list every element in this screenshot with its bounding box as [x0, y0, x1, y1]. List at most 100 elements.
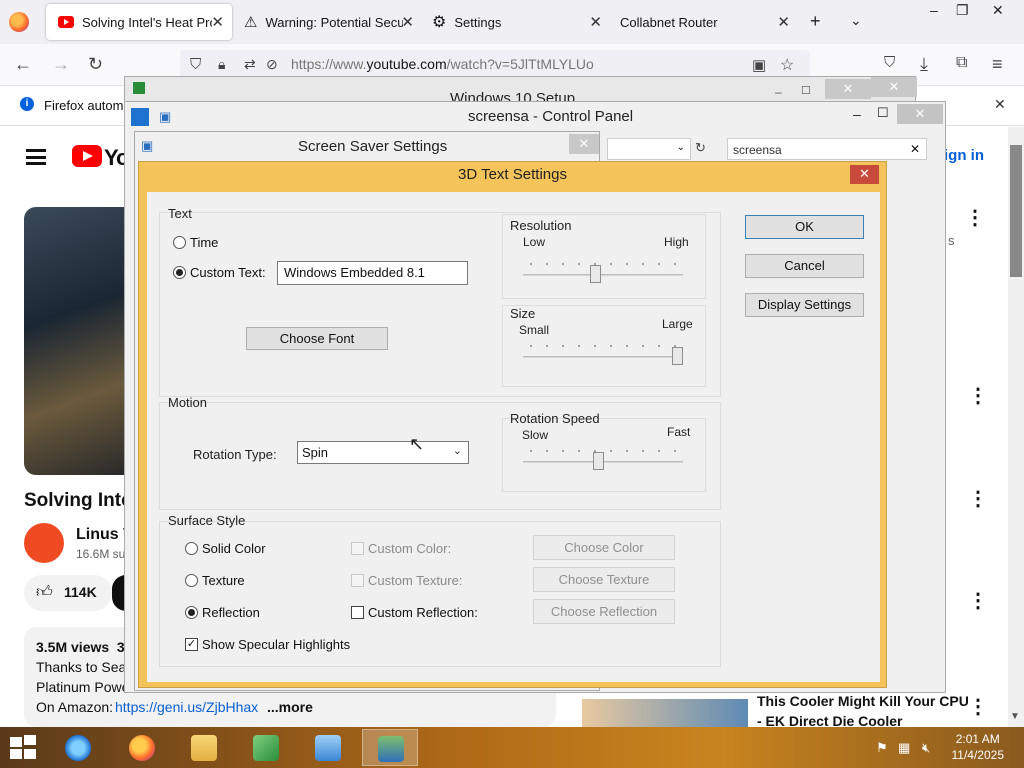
time-radio[interactable]: Time — [173, 235, 218, 250]
recommended-thumbnail[interactable] — [582, 699, 748, 729]
custom-reflection-checkbox[interactable]: Custom Reflection: — [351, 605, 478, 620]
size-slider[interactable] — [523, 344, 683, 369]
rotation-speed-slider[interactable] — [523, 449, 683, 474]
tab-settings[interactable]: ⚙ Settings ✕ — [424, 4, 610, 40]
rotation-type-select[interactable]: Spin ⌄ — [297, 441, 469, 464]
like-button[interactable]: 👍︎ 114K — [24, 575, 112, 611]
show-specular-highlights-checkbox[interactable]: ✓ Show Specular Highlights — [185, 637, 350, 652]
taskbar-control-panel[interactable] — [300, 729, 356, 766]
volume-muted-icon[interactable]: 🔇︎ — [922, 740, 930, 756]
resolution-slider[interactable] — [523, 262, 683, 287]
downloads-icon[interactable]: ⤓ — [920, 54, 928, 75]
restore-button[interactable]: ❐ — [956, 2, 969, 19]
tab-warning[interactable]: ⚠ Warning: Potential Secur ✕ — [236, 4, 422, 40]
list-tabs-chevron-icon[interactable]: ⌄ — [850, 12, 862, 29]
maximize-button[interactable]: ☐ — [801, 84, 811, 97]
url-text[interactable]: https://www.youtube.com/watch?v=5JlTtMLY… — [291, 56, 594, 72]
minimize-button[interactable]: – — [853, 106, 861, 122]
more-options-icon[interactable]: ⋮ — [965, 205, 985, 230]
close-infobar-icon[interactable]: ✕ — [994, 96, 1006, 113]
show-more-button[interactable]: ...more — [267, 699, 313, 715]
pocket-icon[interactable]: ⛉ — [884, 54, 895, 71]
autoplay-blocked-icon[interactable]: ⊘ — [266, 56, 278, 73]
ok-button[interactable]: OK — [745, 215, 864, 239]
chevron-down-icon: ⌄ — [452, 445, 462, 457]
choose-reflection-button[interactable]: Choose Reflection — [533, 599, 675, 624]
more-options-icon[interactable]: ⋮ — [968, 694, 988, 719]
close-button[interactable]: ✕ — [871, 77, 917, 97]
choose-color-button[interactable]: Choose Color — [533, 535, 675, 560]
page-scrollbar-thumb[interactable] — [1010, 145, 1022, 277]
extensions-icon[interactable]: ⧉ — [956, 54, 967, 72]
maximize-button[interactable]: ☐ — [877, 105, 889, 121]
close-tab-icon[interactable]: ✕ — [401, 13, 414, 31]
flag-icon[interactable]: ⚑ — [876, 740, 888, 756]
address-dropdown[interactable]: ⌄ — [607, 138, 691, 160]
custom-text-input[interactable]: Windows Embedded 8.1 — [277, 261, 468, 285]
picture-icon[interactable]: ▣ — [752, 56, 766, 74]
tab-youtube[interactable]: Solving Intel's Heat Prob ✕ — [46, 4, 232, 40]
close-tab-icon[interactable]: ✕ — [211, 13, 224, 31]
video-player[interactable] — [24, 207, 124, 475]
start-button[interactable] — [10, 735, 38, 759]
display-settings-button[interactable]: Display Settings — [745, 293, 864, 317]
firefox-menu-icon[interactable] — [9, 12, 29, 32]
close-tab-icon[interactable]: ✕ — [589, 13, 602, 31]
forward-arrow-icon[interactable]: → — [52, 54, 70, 75]
slider-min-label: Slow — [522, 428, 549, 442]
scroll-down-arrow-icon[interactable]: ▼ — [1010, 711, 1020, 722]
taskbar-windows-setup[interactable] — [238, 729, 294, 766]
permissions-icon[interactable]: ⇄ — [244, 56, 256, 73]
solid-color-radio[interactable]: Solid Color — [185, 541, 266, 556]
app-menu-icon[interactable]: ≡ — [992, 54, 1003, 75]
minimize-button[interactable]: – — [930, 2, 938, 18]
custom-text-radio[interactable]: Custom Text: — [173, 265, 266, 280]
close-button[interactable]: ✕ — [897, 104, 943, 124]
taskbar-firefox[interactable] — [114, 729, 170, 766]
tab-title: Warning: Potential Secur — [265, 14, 404, 30]
reflection-radio[interactable]: Reflection — [185, 605, 260, 620]
channel-avatar[interactable] — [24, 523, 64, 563]
lock-icon[interactable]: 🔒︎ — [218, 56, 225, 73]
more-options-icon[interactable]: ⋮ — [968, 486, 988, 511]
control-panel-search[interactable]: screensa ✕ — [727, 138, 927, 160]
more-options-icon[interactable]: ⋮ — [968, 588, 988, 613]
selected-option: Spin — [302, 445, 329, 460]
reload-icon[interactable]: ↻ — [88, 54, 103, 75]
close-tab-icon[interactable]: ✕ — [777, 13, 790, 31]
taskbar-file-explorer[interactable] — [176, 729, 232, 766]
taskbar-screen-saver[interactable] — [362, 729, 418, 766]
sign-in-button[interactable]: ign in — [944, 147, 984, 164]
youtube-logo-icon[interactable] — [72, 145, 102, 167]
slider-thumb[interactable] — [590, 265, 601, 283]
custom-color-checkbox[interactable]: Custom Color: — [351, 541, 451, 556]
texture-radio[interactable]: Texture — [185, 573, 245, 588]
slider-thumb[interactable] — [672, 347, 683, 365]
choose-font-button[interactable]: Choose Font — [246, 327, 388, 350]
refresh-icon[interactable]: ↻ — [695, 140, 706, 156]
custom-texture-checkbox[interactable]: Custom Texture: — [351, 573, 462, 588]
bookmark-star-icon[interactable]: ☆ — [780, 55, 794, 75]
new-tab-button[interactable]: + — [810, 11, 821, 32]
hamburger-menu-icon[interactable] — [26, 149, 46, 165]
clear-search-icon[interactable]: ✕ — [910, 142, 920, 156]
cancel-button[interactable]: Cancel — [745, 254, 864, 278]
system-clock[interactable]: 2:01 AM 11/4/2025 — [952, 731, 1005, 763]
description-link[interactable]: https://geni.us/ZjbHhax — [115, 699, 258, 715]
control-panel-titlebar: ▣ screensa - Control Panel – ☐ ✕ — [125, 102, 945, 130]
control-panel-small-icon: ▣ — [159, 109, 172, 124]
close-button[interactable]: ✕ — [825, 79, 871, 99]
more-options-icon[interactable]: ⋮ — [968, 383, 988, 408]
shield-icon[interactable]: ⛉ — [190, 56, 201, 73]
recommended-title[interactable]: This Cooler Might Kill Your CPU — [757, 693, 969, 709]
close-button[interactable]: ✕ — [569, 134, 599, 154]
network-icon[interactable]: ▦ — [898, 740, 910, 756]
minimize-button[interactable]: – — [775, 85, 782, 99]
close-button[interactable]: ✕ — [850, 165, 879, 184]
tab-collabnet[interactable]: Collabnet Router ✕ — [612, 4, 798, 40]
close-window-button[interactable]: ✕ — [992, 2, 1004, 19]
back-arrow-icon[interactable]: ← — [14, 54, 32, 75]
choose-texture-button[interactable]: Choose Texture — [533, 567, 675, 592]
taskbar-internet-explorer[interactable] — [50, 729, 106, 766]
slider-thumb[interactable] — [593, 452, 605, 470]
